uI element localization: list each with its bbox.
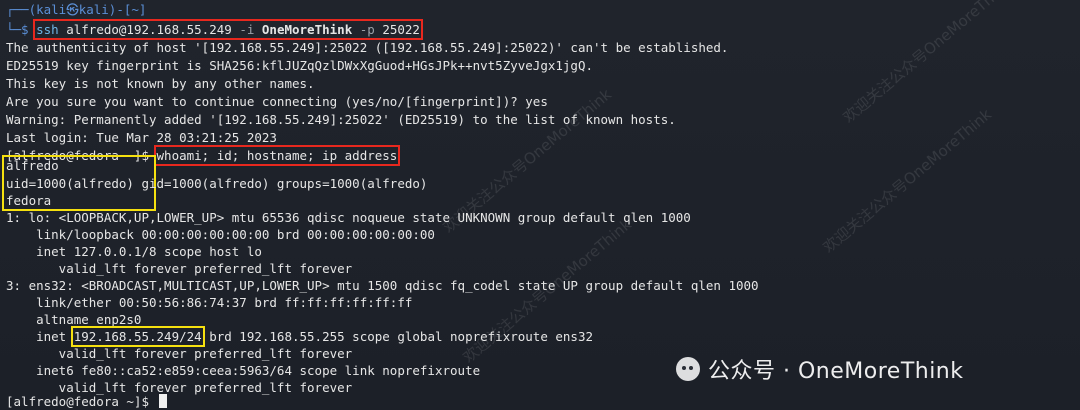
ip-address-highlight: 192.168.55.249/24 [70, 326, 205, 347]
output-line: Warning: Permanently added '[192.168.55.… [6, 112, 676, 127]
ssh-cmd-part: ssh [36, 22, 67, 37]
ip-inet-prefix: inet [6, 329, 74, 344]
ssh-cmd-part: OneMoreThink [261, 22, 353, 37]
ip-inet-rest: brd 192.168.55.255 scope global noprefix… [201, 329, 594, 344]
id-rest: gid=1000(alfredo) groups=1000(alfredo) [133, 176, 428, 191]
ip-output-line: 3: ens32: <BROADCAST,MULTICAST,UP,LOWER_… [6, 278, 759, 293]
ssh-cmd-part: -p [352, 22, 383, 37]
ip-output-line: inet 127.0.0.1/8 scope host lo [6, 244, 262, 259]
final-prompt: [alfredo@fedora ~]$ [6, 394, 157, 409]
kali-prompt-top: ┌──(kali㉿kali)-[~] [6, 2, 146, 19]
terminal-window[interactable]: 欢迎关注公众号OneMoreThink 欢迎关注公众号OneMoreThink … [0, 0, 1080, 410]
final-prompt-line: [alfredo@fedora ~]$ [6, 394, 167, 410]
id-uid: uid=1000(alfredo) [6, 176, 134, 191]
remote-command: whoami; id; hostname; ip address [153, 145, 401, 166]
ssh-cmd-part: -i [231, 22, 262, 37]
whoami-output: alfredo [6, 158, 59, 173]
terminal-cursor[interactable] [158, 394, 167, 408]
hostname-output: fedora [6, 193, 52, 208]
ip-output-line: valid_lft forever preferred_lft forever [6, 261, 353, 276]
ip-output-line: inet6 fe80::ca52:e859:ceea:5963/64 scope… [6, 363, 481, 378]
output-line: Last login: Tue Mar 28 03:21:25 2023 [6, 130, 277, 145]
ssh-command-line: └─$ ssh alfredo@192.168.55.249 -i OneMor… [6, 19, 423, 40]
id-output-line: uid=1000(alfredo) gid=1000(alfredo) grou… [6, 176, 427, 193]
ip-output-line: link/loopback 00:00:00:00:00:00 brd 00:0… [6, 227, 435, 242]
ssh-command: ssh alfredo@192.168.55.249 -i OneMoreThi… [33, 19, 423, 40]
output-line: Are you sure you want to continue connec… [6, 94, 548, 109]
ip-inet-line: inet 192.168.55.249/24 brd 192.168.55.25… [6, 326, 594, 347]
ip-output-line: altname enp2s0 [6, 312, 142, 327]
watermark-text: 欢迎关注公众号OneMoreThink [839, 0, 1015, 127]
output-line: ED25519 key fingerprint is SHA256:kflJUZ… [6, 58, 593, 73]
brand-watermark-text: 公众号 · OneMoreThink [708, 359, 964, 384]
output-line: This key is not known by any other names… [6, 76, 315, 91]
ip-output-line: valid_lft forever preferred_lft forever [6, 346, 353, 361]
watermark-text: 欢迎关注公众号OneMoreThink [819, 105, 995, 257]
kali-prompt-top-text: ┌──(kali㉿kali)-[~] [6, 2, 147, 17]
ip-output-line: 1: lo: <LOOPBACK,UP,LOWER_UP> mtu 65536 … [6, 210, 691, 225]
wechat-icon [676, 357, 700, 381]
kali-prompt-prefix: └─$ [6, 22, 37, 37]
output-line: The authenticity of host '[192.168.55.24… [6, 40, 729, 55]
ssh-cmd-part: 25022 [382, 22, 420, 37]
brand-watermark: 公众号 · OneMoreThink [676, 353, 964, 385]
ip-output-line: link/ether 00:50:56:86:74:37 brd ff:ff:f… [6, 295, 413, 310]
ssh-cmd-part: alfredo@192.168.55.249 [66, 22, 232, 37]
fedora-command-line: [alfredo@fedora ~]$ whoami; id; hostname… [6, 145, 401, 166]
